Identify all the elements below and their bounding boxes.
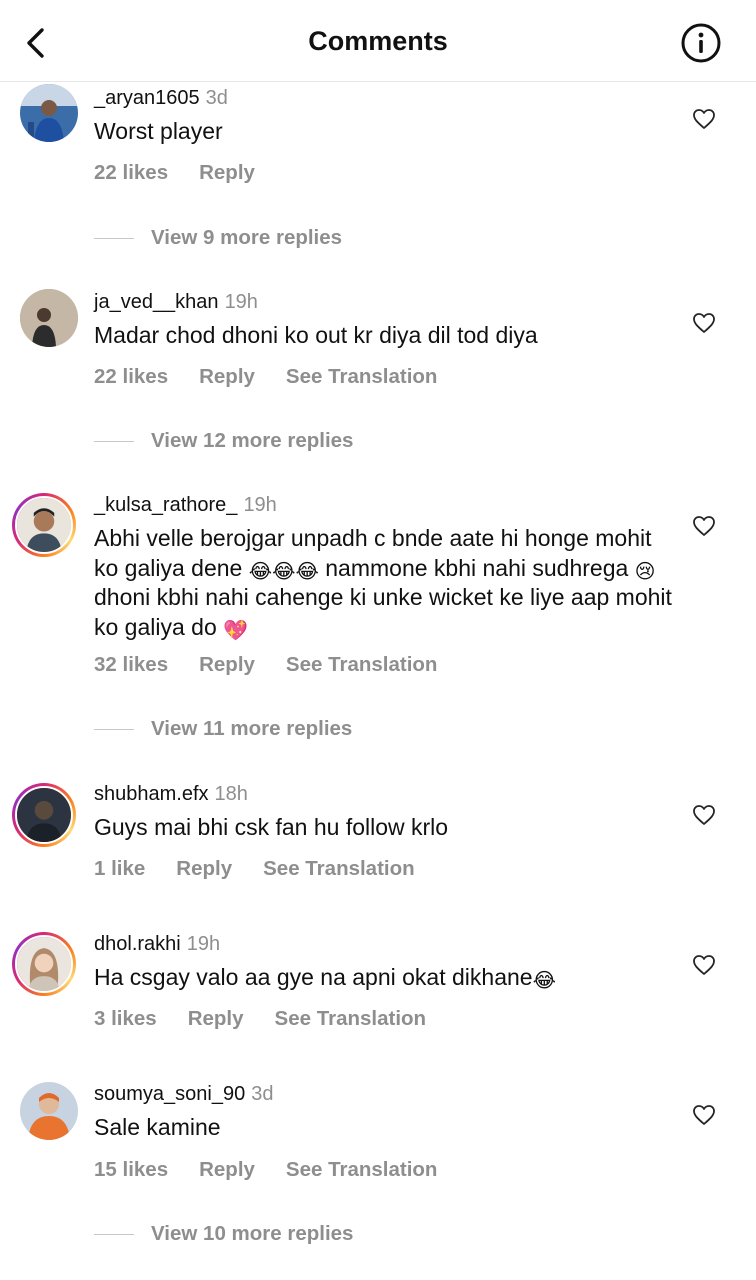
comment-time: 19h (186, 933, 221, 955)
like-button[interactable] (692, 108, 716, 130)
reply-button[interactable]: Reply (188, 1007, 244, 1031)
see-translation-button[interactable]: See Translation (263, 857, 415, 881)
see-translation-button[interactable]: See Translation (275, 1007, 427, 1031)
divider-line (94, 237, 134, 239)
heart-icon (693, 955, 715, 975)
comment-text: Madar chod dhoni ko out kr diya dil tod … (94, 322, 538, 348)
laugh-emoji-icon: 😂 (272, 560, 296, 583)
comment-time: 19h (224, 291, 258, 313)
reply-button[interactable]: Reply (199, 1158, 255, 1182)
avatar-image (20, 289, 78, 347)
reply-button[interactable]: Reply (199, 653, 255, 677)
view-more-replies[interactable]: View 11 more replies (94, 717, 352, 741)
sparkling-heart-emoji-icon: 💖 (223, 619, 249, 642)
likes-count[interactable]: 15 likes (94, 1158, 168, 1182)
likes-count[interactable]: 32 likes (94, 653, 168, 677)
comment-text: Abhi velle berojgar unpadh c bnde aate h… (94, 525, 672, 642)
avatar-image (17, 498, 71, 552)
avatar-image (17, 937, 71, 991)
comment-username[interactable]: _aryan1605 (94, 87, 200, 109)
like-button[interactable] (692, 312, 716, 334)
view-more-label: View 11 more replies (151, 717, 353, 740)
likes-count[interactable]: 22 likes (94, 161, 168, 185)
reply-button[interactable]: Reply (199, 161, 255, 185)
divider-line (94, 728, 134, 730)
comment-time: 3d (205, 87, 228, 109)
comment-username[interactable]: dhol.rakhi (94, 933, 181, 955)
comment-text: Guys mai bhi csk fan hu follow krlo (94, 814, 449, 840)
likes-count[interactable]: 3 likes (94, 1007, 157, 1031)
comment-time: 19h (243, 494, 277, 516)
likes-count[interactable]: 22 likes (94, 365, 168, 389)
avatar-image (20, 1082, 78, 1140)
divider-line (94, 1233, 134, 1235)
avatar[interactable] (20, 1082, 78, 1140)
header-bar: Comments (0, 0, 756, 82)
laugh-emoji-icon: 😂 (295, 560, 319, 583)
page-title: Comments (308, 26, 448, 56)
avatar[interactable] (20, 289, 78, 347)
info-icon (681, 23, 721, 63)
comment-text: Worst player (94, 118, 223, 144)
divider-line (94, 440, 134, 442)
heart-icon (693, 1105, 715, 1125)
comment-text: Sale kamine (94, 1114, 221, 1140)
comment-username[interactable]: soumya_soni_90 (94, 1083, 245, 1105)
see-translation-button[interactable]: See Translation (286, 1158, 438, 1182)
view-more-replies[interactable]: View 12 more replies (94, 429, 353, 453)
heart-icon (693, 313, 715, 333)
like-button[interactable] (692, 1104, 716, 1126)
reply-button[interactable]: Reply (199, 365, 255, 389)
like-button[interactable] (692, 804, 716, 826)
reply-button[interactable]: Reply (176, 857, 232, 881)
comment-text: Ha csgay valo aa gye na apni okat dikhan… (94, 964, 556, 992)
view-more-replies[interactable]: View 9 more replies (94, 226, 342, 250)
comment-time: 3d (251, 1083, 274, 1105)
like-button[interactable] (692, 515, 716, 537)
see-translation-button[interactable]: See Translation (286, 365, 438, 389)
avatar-story-ring[interactable] (12, 783, 76, 847)
cry-emoji-icon: 😢 (634, 560, 656, 583)
heart-icon (693, 109, 715, 129)
avatar-story-ring[interactable] (12, 932, 76, 996)
avatar-image (20, 84, 78, 142)
avatar-story-ring[interactable] (12, 493, 76, 557)
laugh-emoji-icon: 😂 (532, 970, 556, 992)
view-more-replies[interactable]: View 10 more replies (94, 1222, 353, 1246)
avatar-image (17, 788, 71, 842)
avatar[interactable] (20, 84, 78, 142)
like-button[interactable] (692, 954, 716, 976)
comment-username[interactable]: ja_ved__khan (94, 291, 219, 313)
see-translation-button[interactable]: See Translation (286, 653, 438, 677)
view-more-label: View 10 more replies (151, 1222, 354, 1245)
comment-username[interactable]: shubham.efx (94, 783, 209, 805)
comment-time: 18h (214, 783, 248, 805)
view-more-label: View 9 more replies (151, 226, 343, 249)
heart-icon (693, 805, 715, 825)
comment-username[interactable]: _kulsa_rathore_ (94, 494, 237, 516)
likes-count[interactable]: 1 like (94, 857, 145, 881)
laugh-emoji-icon: 😂 (248, 560, 273, 583)
info-button[interactable] (680, 22, 722, 64)
heart-icon (693, 516, 715, 536)
view-more-label: View 12 more replies (151, 429, 354, 452)
